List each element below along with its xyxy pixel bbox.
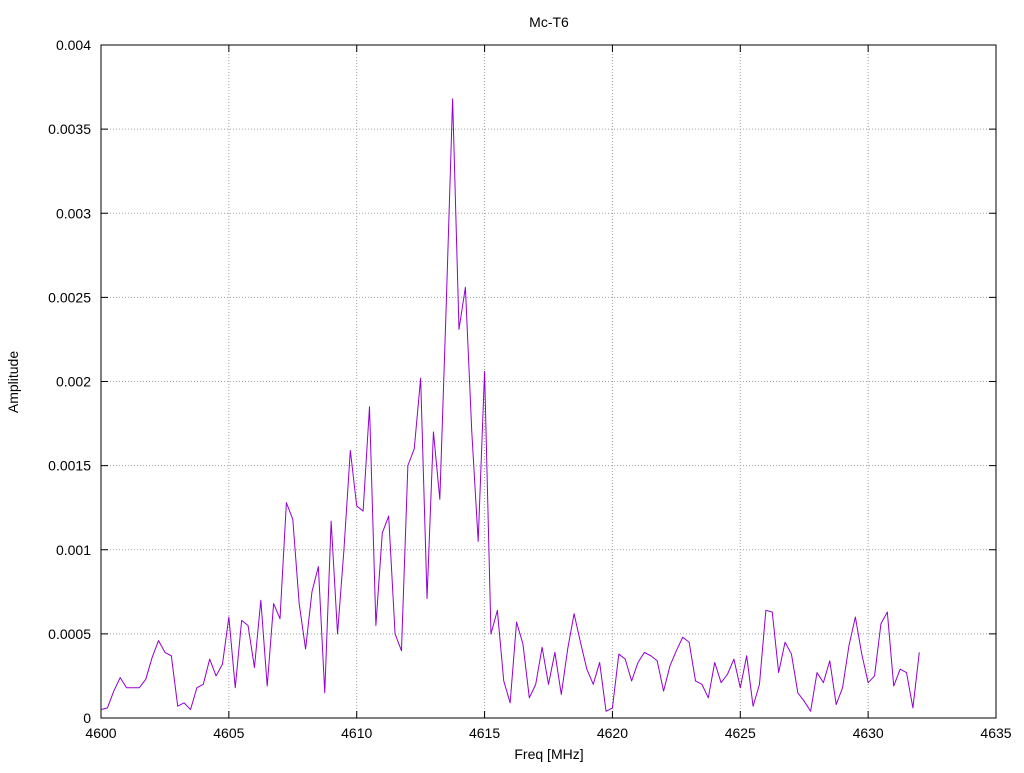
grid-lines [101, 45, 996, 718]
x-tick-label: 4600 [85, 725, 116, 741]
x-axis-label: Freq [MHz] [514, 746, 583, 762]
x-tick-label: 4635 [980, 725, 1011, 741]
chart-title: Mc-T6 [529, 14, 569, 30]
y-tick-label: 0.0015 [48, 458, 91, 474]
y-tick-label: 0.0035 [48, 121, 91, 137]
x-tick-label: 4620 [597, 725, 628, 741]
y-axis-label: Amplitude [5, 351, 21, 413]
y-tick-label: 0.004 [56, 37, 91, 53]
y-tick-label: 0.0025 [48, 289, 91, 305]
y-tick-label: 0.002 [56, 374, 91, 390]
y-tick-label: 0.0005 [48, 626, 91, 642]
x-tick-label: 4625 [725, 725, 756, 741]
y-tick-label: 0.001 [56, 542, 91, 558]
x-tick-label: 4630 [853, 725, 884, 741]
y-tick-label: 0 [83, 710, 91, 726]
chart-svg: 4600 4605 4610 4615 4620 4625 4630 4635 0 0.0005 0… [5, 14, 1012, 762]
chart-container: 4600 4605 4610 4615 4620 4625 4630 4635 0 0.0005 0… [0, 0, 1024, 768]
x-tick-label: 4605 [213, 725, 244, 741]
series-line [100, 98, 920, 712]
y-tick-label: 0.003 [56, 205, 91, 221]
series-layer [100, 98, 920, 712]
axis-ticks: 4600 4605 4610 4615 4620 4625 4630 4635 0 0.0005 0… [48, 37, 1012, 741]
x-tick-label: 4615 [469, 725, 500, 741]
x-tick-label: 4610 [341, 725, 372, 741]
